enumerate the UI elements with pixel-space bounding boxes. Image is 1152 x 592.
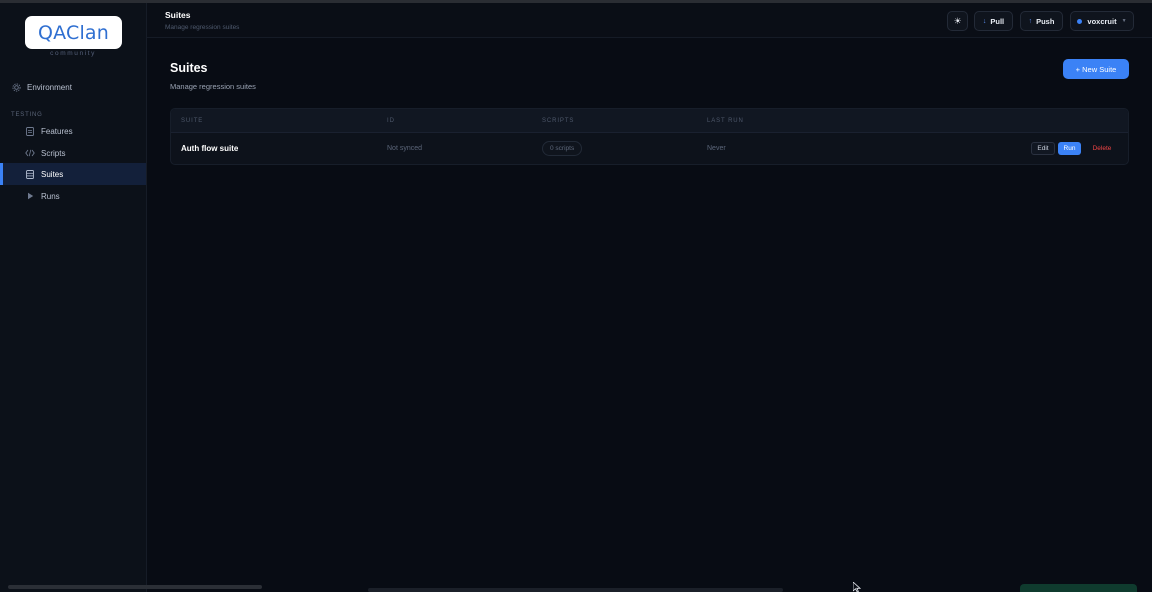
suite-name: Auth flow suite [181,144,239,153]
table-row[interactable]: Auth flow suite Not synced 0 scripts Nev… [171,134,1128,164]
play-icon [25,191,35,201]
edit-button[interactable]: Edit [1031,142,1055,155]
column-header-scripts: SCRIPTS [542,118,575,124]
sun-icon: ☀ [953,15,962,26]
page-subtitle: Manage regression suites [170,82,256,91]
new-suite-button[interactable]: + New Suite [1063,59,1129,79]
table-header: SUITE ID SCRIPTS LAST RUN [171,109,1128,133]
status-dot-icon [1077,18,1083,24]
sidebar-item-scripts[interactable]: Scripts [0,142,146,164]
section-label-testing: TESTING [11,112,43,118]
sidebar-item-label: Features [41,126,73,136]
run-button[interactable]: Run [1058,142,1081,155]
suites-table: SUITE ID SCRIPTS LAST RUN Auth flow suit… [170,108,1129,165]
column-header-last-run: LAST RUN [707,118,744,124]
theme-toggle-button[interactable]: ☀ [947,11,968,31]
column-header-id: ID [387,118,395,124]
status-panel-tab[interactable] [1020,584,1137,592]
stack-icon [25,169,35,179]
sidebar-item-label: Suites [41,169,64,179]
column-header-suite: SUITE [181,118,204,124]
header-subtitle: Manage regression suites [165,24,240,31]
push-label: Push [1036,16,1055,26]
sidebar-item-runs[interactable]: Runs [0,185,146,207]
delete-button[interactable]: Delete [1085,142,1119,155]
sidebar-item-label: Runs [41,191,60,201]
scripts-count-badge: 0 scripts [542,141,583,156]
sidebar-item-features[interactable]: Features [0,120,146,142]
arrow-down-icon: ↓ [982,17,987,25]
last-run-value: Never [707,145,726,152]
document-icon [25,126,35,136]
header-title: Suites [165,10,191,20]
user-menu-button[interactable]: voxcruit ▼ [1070,11,1134,31]
logo-subtitle: community [50,50,96,57]
user-name: voxcruit [1087,16,1117,26]
code-icon [25,148,35,158]
page-title: Suites [170,61,208,75]
horizontal-scrollbar[interactable] [8,585,262,589]
pull-button[interactable]: ↓ Pull [974,11,1013,31]
sidebar-item-suites[interactable]: Suites [0,163,146,185]
sidebar: QAClan community Environment TESTING Fea… [0,3,147,592]
suite-id: Not synced [387,145,423,152]
pull-label: Pull [990,16,1005,26]
sidebar-item-label: Scripts [41,148,66,158]
top-header: Suites Manage regression suites ☀ ↓ Pull… [147,3,1152,38]
horizontal-scrollbar-main[interactable] [368,588,783,592]
mouse-cursor-icon [853,582,861,592]
app-logo[interactable]: QAClan [25,16,122,49]
logo-text: QAClan [37,21,110,44]
push-button[interactable]: ↑ Push [1020,11,1063,31]
arrow-up-icon: ↑ [1028,17,1033,25]
sidebar-item-environment[interactable]: Environment [0,76,146,98]
gear-icon [11,82,21,92]
chevron-down-icon: ▼ [1121,18,1127,24]
sidebar-item-label: Environment [27,82,72,92]
